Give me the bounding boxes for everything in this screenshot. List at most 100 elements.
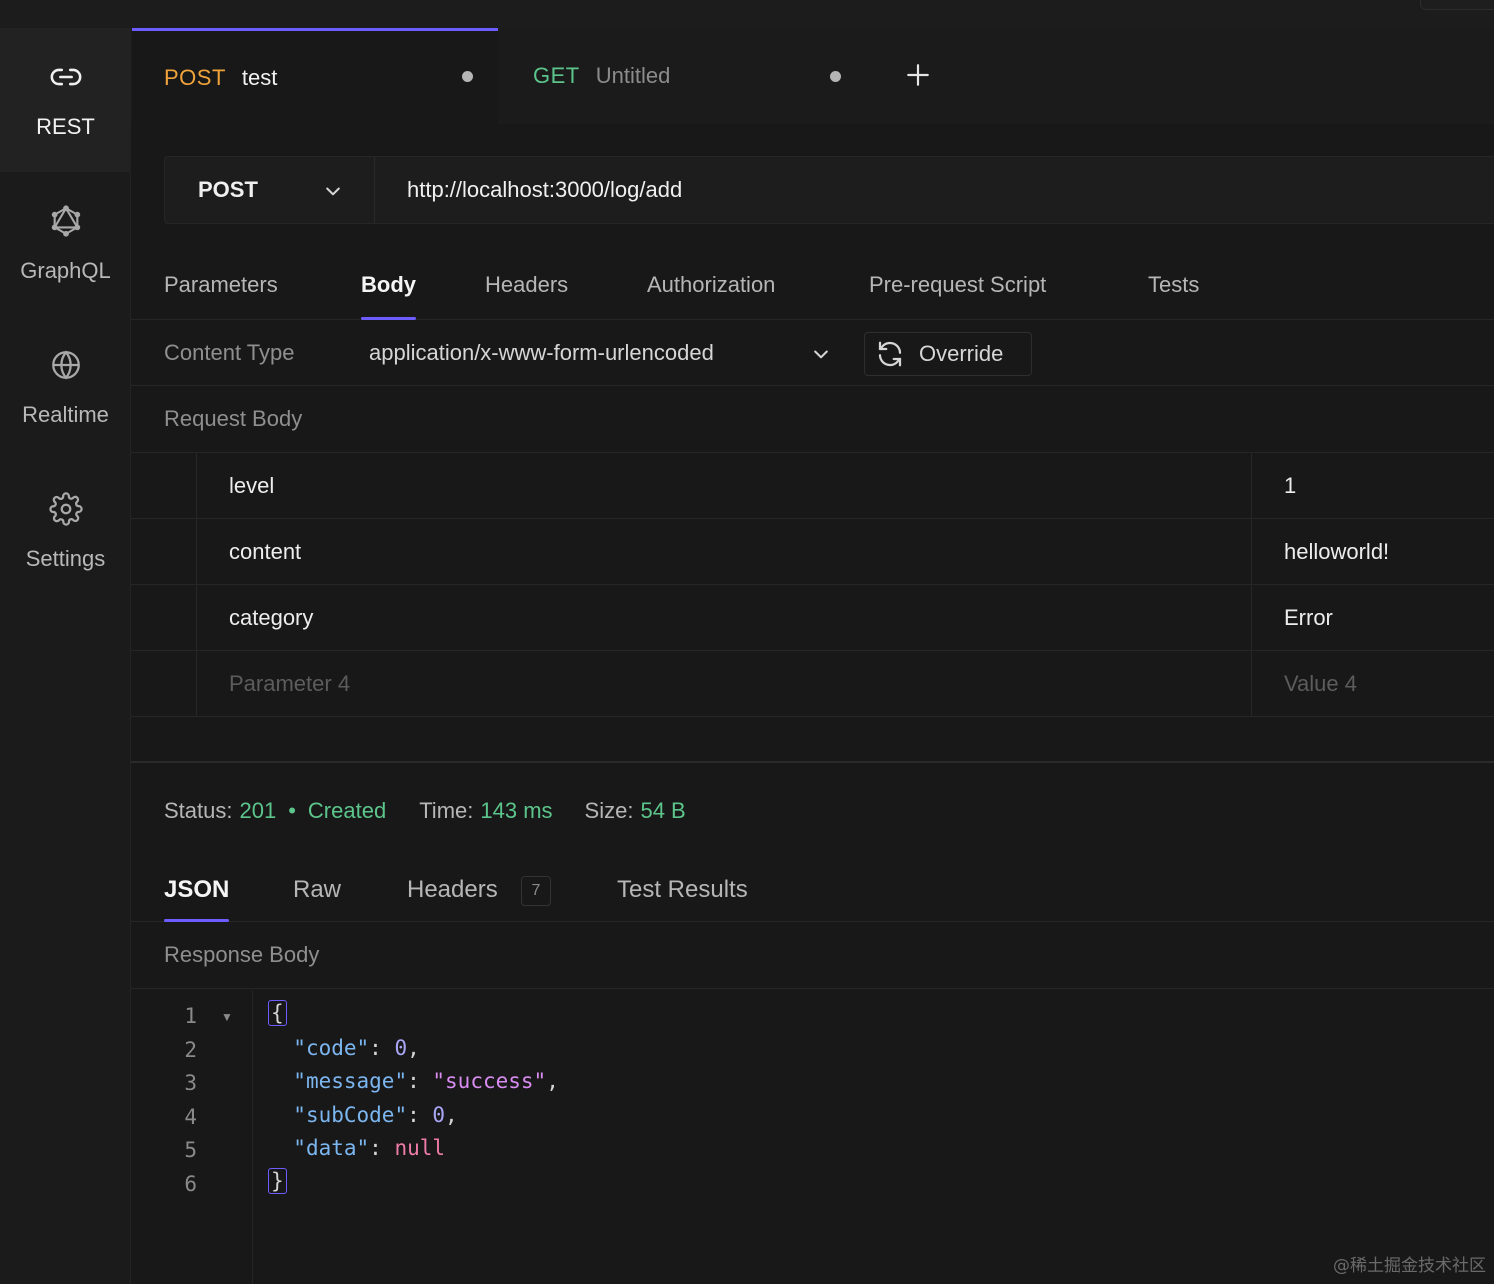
sidebar-item-label: GraphQL bbox=[20, 258, 111, 283]
code-line: "subCode": 0, bbox=[293, 1103, 458, 1127]
line-number: 3 bbox=[184, 1071, 197, 1095]
sidebar-item-rest[interactable]: REST bbox=[0, 28, 131, 172]
time-value: 143 ms bbox=[480, 798, 553, 823]
response-body-title: Response Body bbox=[164, 942, 320, 967]
new-tab-button[interactable] bbox=[901, 58, 935, 92]
size-value: 54 B bbox=[640, 798, 686, 823]
tab-name: test bbox=[241, 64, 278, 90]
gear-icon bbox=[48, 492, 83, 532]
size-label: Size: bbox=[584, 798, 634, 823]
plus-icon bbox=[907, 64, 929, 86]
url-bar: POST bbox=[164, 156, 1494, 224]
divider bbox=[1251, 585, 1252, 650]
method-select[interactable]: POST bbox=[165, 157, 375, 223]
drag-handle[interactable] bbox=[131, 519, 197, 584]
body-param-row-empty: Parameter 4 Value 4 bbox=[131, 651, 1494, 717]
tab-test-results[interactable]: Test Results bbox=[617, 876, 748, 922]
status-code: 201 bbox=[239, 798, 277, 823]
content-type-label: Content Type bbox=[164, 340, 295, 365]
json-key: "subCode" bbox=[293, 1103, 408, 1127]
request-section-tabs: Parameters Body Headers Authorization Pr… bbox=[131, 254, 1494, 320]
tab-pre-request-script[interactable]: Pre-request Script bbox=[869, 272, 1046, 320]
line-number: 4 bbox=[184, 1105, 197, 1129]
method-select-value: POST bbox=[198, 177, 258, 202]
line-number: 1 bbox=[184, 1004, 197, 1028]
param-key[interactable]: content bbox=[229, 539, 301, 565]
graphql-icon bbox=[49, 204, 83, 244]
body-param-row: category Error bbox=[131, 585, 1494, 651]
tab-headers[interactable]: Headers bbox=[485, 272, 568, 320]
content-type-select[interactable]: application/x-www-form-urlencoded bbox=[369, 340, 714, 366]
json-close-brace: } bbox=[268, 1168, 287, 1194]
line-number: 6 bbox=[184, 1172, 197, 1196]
tab-method: POST bbox=[164, 64, 226, 90]
sidebar-item-label: REST bbox=[36, 114, 95, 139]
globe-icon bbox=[49, 348, 83, 388]
divider bbox=[1251, 453, 1252, 518]
tab-authorization[interactable]: Authorization bbox=[647, 272, 775, 320]
window-top-strip bbox=[0, 0, 1494, 28]
watermark: @稀土掘金技术社区 bbox=[1333, 1256, 1486, 1276]
json-key: "data" bbox=[293, 1136, 370, 1160]
headers-count-badge: 7 bbox=[521, 876, 551, 906]
json-value: "success" bbox=[432, 1069, 547, 1093]
main-panel: POST test GET Untitled POST Parameters B… bbox=[131, 28, 1494, 1284]
tab-name: Untitled bbox=[595, 63, 671, 88]
tab-response-headers[interactable]: Headers bbox=[407, 876, 498, 922]
code-line: { bbox=[268, 1000, 287, 1026]
tab-post-test[interactable]: POST test bbox=[132, 28, 498, 124]
response-status-row: Status: 201 • Created Time: 143 ms Size:… bbox=[164, 798, 686, 824]
sidebar-item-settings[interactable]: Settings bbox=[0, 460, 131, 604]
sidebar-item-graphql[interactable]: GraphQL bbox=[0, 172, 131, 316]
param-value[interactable]: helloworld! bbox=[1284, 539, 1389, 565]
chevron-down-icon bbox=[326, 187, 340, 196]
param-key-placeholder[interactable]: Parameter 4 bbox=[229, 671, 350, 697]
override-button[interactable]: Override bbox=[864, 332, 1032, 376]
status-label: Status: bbox=[164, 798, 233, 823]
time-label: Time: bbox=[419, 798, 474, 823]
response-divider[interactable] bbox=[131, 761, 1494, 763]
status-separator: • bbox=[288, 798, 296, 823]
response-tabs: JSON Raw Headers Test Results bbox=[131, 854, 1494, 922]
tab-method: GET bbox=[533, 63, 580, 88]
refresh-icon bbox=[878, 341, 902, 367]
chevron-down-icon[interactable] bbox=[811, 344, 831, 364]
param-value[interactable]: 1 bbox=[1284, 473, 1296, 499]
tab-body[interactable]: Body bbox=[361, 272, 416, 320]
drag-handle[interactable] bbox=[131, 651, 197, 716]
line-gutter bbox=[131, 990, 253, 1284]
json-value: 0 bbox=[394, 1036, 408, 1060]
fold-arrow-icon[interactable]: ▼ bbox=[221, 1010, 233, 1024]
unsaved-dot-icon bbox=[462, 71, 473, 82]
drag-handle[interactable] bbox=[131, 585, 197, 650]
sidebar-item-label: Settings bbox=[25, 546, 106, 571]
url-input[interactable] bbox=[377, 157, 1477, 223]
sidebar-item-realtime[interactable]: Realtime bbox=[0, 316, 131, 460]
divider bbox=[1251, 519, 1252, 584]
content-type-row: Content Type application/x-www-form-urle… bbox=[131, 320, 1494, 386]
code-line: } bbox=[268, 1168, 287, 1194]
line-number: 2 bbox=[184, 1038, 197, 1062]
param-key[interactable]: category bbox=[229, 605, 313, 631]
divider bbox=[131, 988, 1494, 989]
sidebar-item-label: Realtime bbox=[22, 402, 109, 427]
tab-raw[interactable]: Raw bbox=[293, 876, 341, 922]
tab-get-untitled[interactable]: GET Untitled bbox=[499, 28, 865, 124]
tab-parameters[interactable]: Parameters bbox=[164, 272, 278, 320]
override-label: Override bbox=[919, 341, 1004, 366]
param-value[interactable]: Error bbox=[1284, 605, 1333, 631]
response-code-editor[interactable]: 1 ▼ 2 3 4 5 6 { "code": 0, "message": "s… bbox=[131, 990, 1494, 1284]
request-body-title: Request Body bbox=[164, 406, 303, 431]
request-tabs-bar: POST test GET Untitled bbox=[131, 28, 1494, 124]
json-key: "message" bbox=[293, 1069, 408, 1093]
tab-tests[interactable]: Tests bbox=[1148, 272, 1199, 320]
line-number: 5 bbox=[184, 1138, 197, 1162]
window-corner-control[interactable] bbox=[1420, 0, 1494, 10]
drag-handle[interactable] bbox=[131, 453, 197, 518]
json-open-brace: { bbox=[268, 1000, 287, 1026]
tab-json[interactable]: JSON bbox=[164, 876, 230, 922]
json-value: null bbox=[394, 1136, 446, 1160]
status-text: Created bbox=[307, 798, 387, 823]
param-value-placeholder[interactable]: Value 4 bbox=[1284, 671, 1357, 697]
param-key[interactable]: level bbox=[229, 473, 274, 499]
